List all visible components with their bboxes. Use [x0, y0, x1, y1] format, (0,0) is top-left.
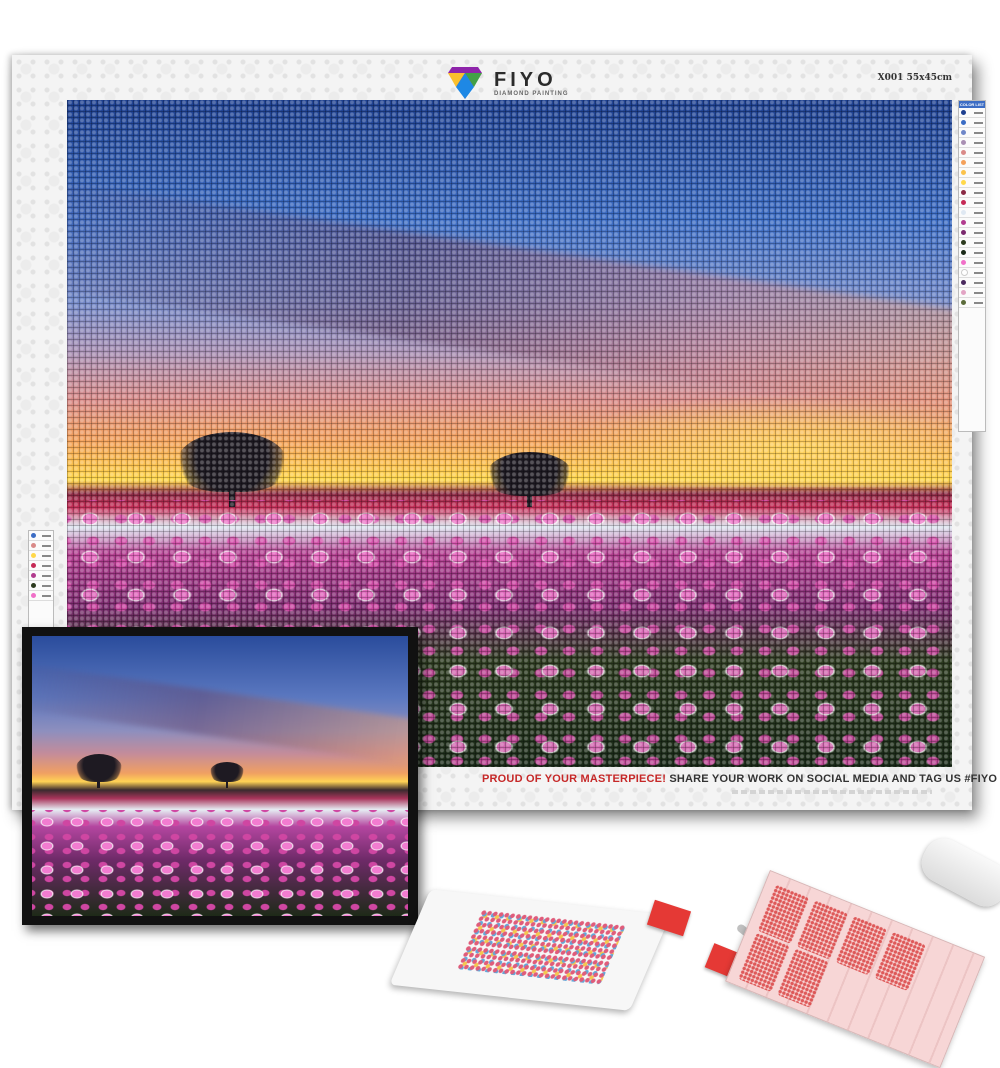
- footer-message: PROUD OF YOUR MASTERPIECE! SHARE YOUR WO…: [482, 773, 997, 785]
- color-legend-right: COLOR LIST: [958, 100, 986, 432]
- photo-tulip-field: [32, 809, 408, 916]
- brand-name: FIYO: [494, 69, 557, 91]
- photo-tree-right: [210, 762, 244, 788]
- footer-text: SHARE YOUR WORK ON SOCIAL MEDIA AND TAG …: [669, 773, 998, 785]
- tray-diamond-beads: [456, 909, 627, 985]
- photo-tree-left: [76, 754, 122, 788]
- reference-photo-frame: [22, 627, 418, 925]
- reference-photo: [32, 636, 408, 916]
- photo-cloud-streak: [32, 660, 408, 768]
- footer-fine-print: [732, 790, 932, 794]
- brand-logo: FIYO DIAMOND PAINTING: [442, 65, 592, 101]
- brand-subtitle: DIAMOND PAINTING: [494, 91, 569, 97]
- footer-highlight: PROUD OF YOUR MASTERPIECE!: [482, 773, 667, 785]
- diamond-tray: [389, 889, 671, 1011]
- diamond-logo-icon: [448, 67, 482, 99]
- bead-storage-box: [725, 870, 986, 1068]
- product-size-code: X001 55x45cm: [877, 73, 952, 83]
- color-legend-title: COLOR LIST: [959, 101, 985, 108]
- canvas-tube: [914, 831, 1000, 914]
